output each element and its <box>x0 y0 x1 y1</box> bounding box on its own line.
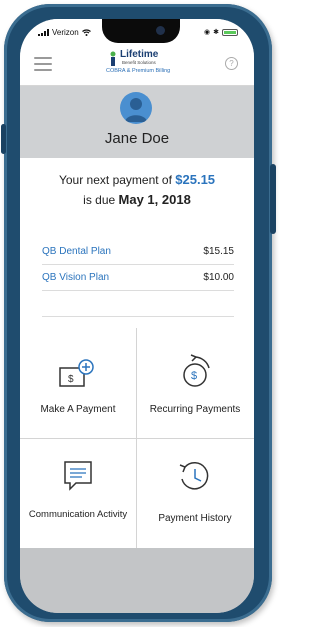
recurring-payments-tile[interactable]: $ Recurring Payments <box>137 328 253 436</box>
bluetooth-icon: ✱ <box>213 29 219 36</box>
logo-subtitle: Benefit Solutions <box>122 60 156 65</box>
camera-icon <box>156 26 165 35</box>
battery-icon <box>222 28 238 36</box>
payment-history-tile[interactable]: Payment History <box>137 439 253 547</box>
notch <box>102 19 180 43</box>
due-date-line: is due May 1, 2018 <box>20 192 254 207</box>
plan-name[interactable]: QB Vision Plan <box>42 272 109 283</box>
due-prefix: is due <box>83 193 119 207</box>
user-icon <box>125 98 147 122</box>
plan-amount: $10.00 <box>203 272 234 283</box>
recurring-payment-icon: $ <box>183 354 210 387</box>
avatar[interactable] <box>120 92 152 124</box>
app-header: Lifetime Benefit Solutions COBRA & Premi… <box>20 45 254 86</box>
history-clock-icon <box>179 462 209 490</box>
action-grid: $ Make A Payment $ Recurring Payments Co… <box>20 328 254 548</box>
plan-row[interactable]: QB Vision Plan $10.00 <box>42 266 234 291</box>
make-payment-label: Make A Payment <box>40 404 116 415</box>
plan-amount: $15.15 <box>203 246 234 257</box>
message-icon <box>64 461 92 491</box>
profile-section: Jane Doe <box>20 86 254 158</box>
logo-title: Lifetime <box>120 49 159 60</box>
app-logo: Lifetime Benefit Solutions COBRA & Premi… <box>106 49 178 81</box>
hamburger-menu-icon[interactable] <box>34 57 52 71</box>
signal-icon <box>38 29 49 36</box>
communication-activity-tile[interactable]: Communication Activity <box>20 439 136 547</box>
volume-button <box>1 124 6 154</box>
svg-text:$: $ <box>68 374 74 385</box>
plan-name[interactable]: QB Dental Plan <box>42 246 111 257</box>
svg-text:$: $ <box>191 370 197 382</box>
divider <box>42 316 234 317</box>
phone-frame: Verizon ◉ ✱ Lifetime Benefit Solutions C… <box>1 4 276 622</box>
payment-history-label: Payment History <box>158 513 232 524</box>
bottom-area <box>20 548 254 613</box>
due-date: May 1, 2018 <box>118 192 191 207</box>
wifi-icon <box>81 29 91 36</box>
next-payment-amount: $25.15 <box>175 172 216 187</box>
communication-activity-label: Communication Activity <box>28 509 128 520</box>
make-payment-tile[interactable]: $ Make A Payment <box>20 328 136 436</box>
location-icon: ◉ <box>204 29 211 36</box>
recurring-payments-label: Recurring Payments <box>149 404 241 415</box>
carrier-label: Verizon <box>52 28 79 37</box>
plan-row[interactable]: QB Dental Plan $15.15 <box>42 240 234 265</box>
add-payment-icon: $ <box>59 359 94 387</box>
next-payment-line: Your next payment of $25.15 <box>20 172 254 187</box>
side-button <box>270 164 276 234</box>
next-payment-prefix: Your next payment of <box>58 173 176 187</box>
help-icon[interactable]: ? <box>225 57 238 70</box>
logo-tagline: COBRA & Premium Billing <box>106 68 171 74</box>
logo-mark-icon <box>110 51 116 66</box>
user-name: Jane Doe <box>104 130 170 147</box>
screen: Verizon ◉ ✱ Lifetime Benefit Solutions C… <box>20 19 254 613</box>
payment-summary: Your next payment of $25.15 is due May 1… <box>20 158 254 328</box>
